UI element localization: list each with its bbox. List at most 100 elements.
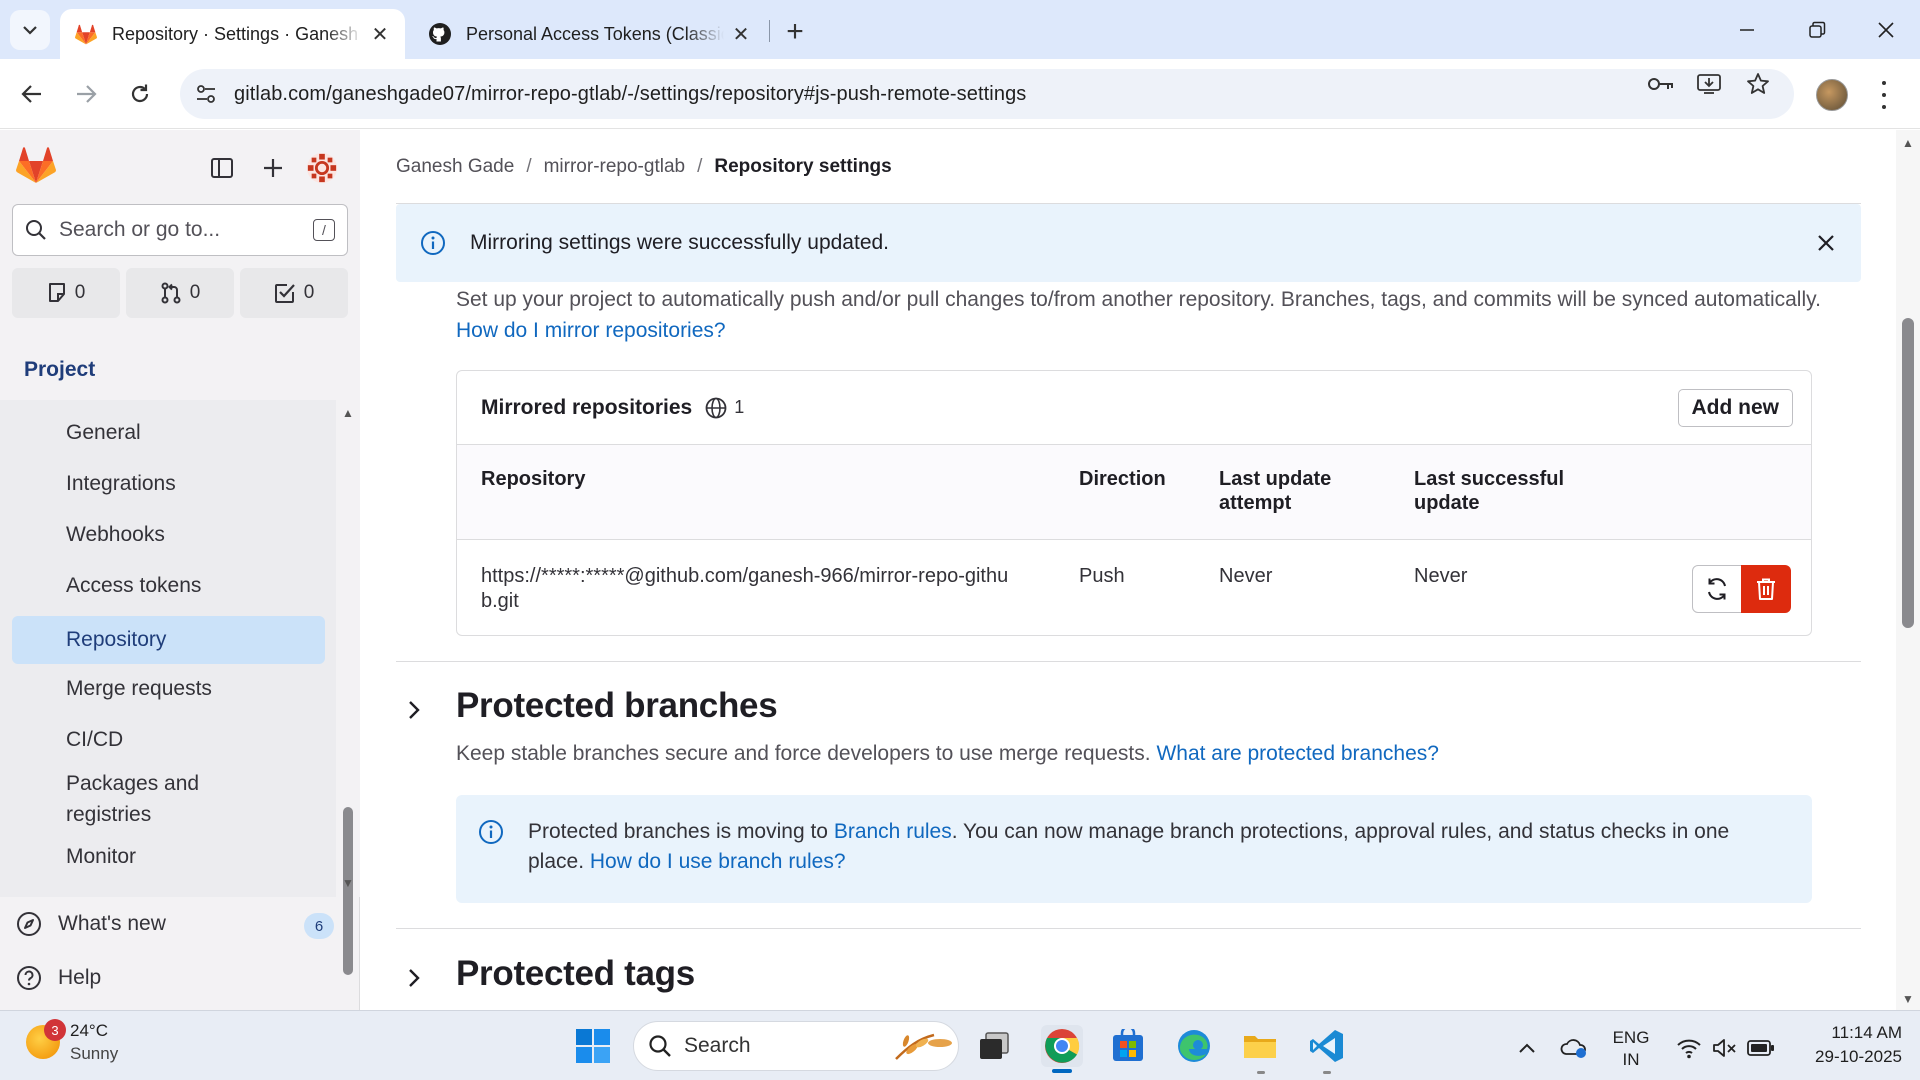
expand-protected-tags-icon[interactable] — [401, 965, 427, 991]
close-tab-icon[interactable]: ✕ — [730, 23, 752, 46]
browser-menu-icon[interactable] — [1872, 81, 1896, 109]
sidebar-item-access-tokens[interactable]: Access tokens — [12, 565, 325, 607]
address-bar[interactable]: gitlab.com/ganeshgade07/mirror-repo-gtla… — [180, 69, 1794, 119]
column-header-last-update-attempt: Last update attempt — [1219, 468, 1332, 514]
add-new-mirror-button[interactable]: Add new — [1677, 389, 1793, 427]
merge-requests-count: 0 — [189, 282, 201, 303]
dismiss-alert-icon[interactable] — [1811, 228, 1841, 258]
microsoft-store-button[interactable] — [1107, 1025, 1149, 1067]
task-view-button[interactable] — [973, 1025, 1015, 1067]
start-button[interactable] — [572, 1025, 614, 1067]
protected-branches-description-text: Keep stable branches secure and force de… — [456, 742, 1151, 765]
onedrive-status-button[interactable] — [1553, 1027, 1595, 1069]
gitlab-logo-icon[interactable] — [16, 146, 56, 184]
sync-icon — [1708, 578, 1726, 600]
close-window-button[interactable] — [1866, 12, 1906, 48]
sidebar-toggle-icon[interactable] — [206, 152, 238, 184]
sidebar-item-general[interactable]: General — [12, 412, 325, 454]
show-hidden-icons-button[interactable] — [1506, 1027, 1548, 1069]
reload-button[interactable] — [122, 76, 158, 112]
edge-taskbar-button[interactable] — [1173, 1025, 1215, 1067]
todos-counter[interactable]: 0 — [240, 268, 348, 318]
branch-rules-link[interactable]: Branch rules — [834, 820, 952, 843]
section-divider — [396, 661, 1861, 662]
help-label: Help — [58, 966, 102, 989]
vscode-icon — [1310, 1030, 1343, 1062]
search-placeholder: Search or go to... — [59, 218, 221, 241]
language-indicator[interactable]: ENG IN — [1604, 1027, 1658, 1071]
system-clock[interactable]: 11:14 AM 29-10-2025 — [1790, 1021, 1902, 1069]
forward-button[interactable] — [68, 76, 104, 112]
weather-widget[interactable]: 3 24°C Sunny — [26, 1019, 118, 1065]
remove-mirror-button[interactable] — [1741, 565, 1791, 613]
profile-avatar[interactable] — [1816, 79, 1848, 111]
success-alert: Mirroring settings were successfully upd… — [396, 204, 1861, 282]
breadcrumb-user[interactable]: Ganesh Gade — [396, 156, 514, 178]
scroll-up-arrow-icon[interactable]: ▲ — [1901, 136, 1915, 150]
close-tab-icon[interactable]: ✕ — [369, 23, 391, 46]
sidebar-item-integrations[interactable]: Integrations — [12, 463, 325, 505]
battery-button[interactable] — [1740, 1027, 1782, 1069]
page-scrollbar[interactable]: ▲ ▼ — [1896, 130, 1920, 1010]
whats-new-link[interactable]: What's new — [14, 904, 334, 944]
issues-counter[interactable]: 0 — [12, 268, 120, 318]
password-key-icon[interactable] — [1644, 67, 1678, 101]
chrome-icon — [1045, 1029, 1080, 1063]
update-now-button[interactable] — [1692, 565, 1742, 613]
store-icon — [1113, 1029, 1143, 1061]
tab-gitlab-settings[interactable]: Repository · Settings · Ganesh G ✕ — [60, 9, 405, 59]
vscode-taskbar-button[interactable] — [1306, 1025, 1348, 1067]
back-button[interactable] — [14, 76, 50, 112]
tab-search-button[interactable] — [10, 10, 50, 50]
breadcrumb-current[interactable]: Repository settings — [714, 156, 891, 178]
taskbar-search[interactable]: Search — [633, 1021, 959, 1071]
sidebar-scroll-thumb[interactable] — [343, 807, 353, 975]
sidebar-item-cicd[interactable]: CI/CD — [12, 719, 325, 761]
cloud-sync-icon — [1560, 1039, 1586, 1058]
minimize-button[interactable] — [1727, 12, 1767, 48]
scroll-down-arrow-icon[interactable]: ▼ — [1901, 992, 1915, 1006]
mirroring-intro: Set up your project to automatically pus… — [456, 284, 1866, 346]
search-or-go-to-input[interactable]: Search or go to... / — [12, 204, 348, 256]
compass-icon — [14, 909, 44, 939]
restore-button[interactable] — [1797, 12, 1837, 48]
protected-branches-title[interactable]: Protected branches — [456, 686, 778, 726]
tab-title: Repository · Settings · Ganesh G — [112, 23, 363, 44]
expand-protected-branches-icon[interactable] — [401, 697, 427, 723]
user-avatar[interactable] — [306, 152, 338, 184]
main-content: Ganesh Gade / mirror-repo-gtlab / Reposi… — [361, 130, 1896, 1010]
breadcrumb-project[interactable]: mirror-repo-gtlab — [544, 156, 685, 178]
bookmark-star-icon[interactable] — [1741, 67, 1775, 101]
globe-icon — [704, 396, 728, 420]
arrow-right-icon — [77, 85, 97, 103]
sidebar-item-packages-and-registries[interactable]: Packages and registries — [12, 768, 325, 830]
merge-requests-counter[interactable]: 0 — [126, 268, 234, 318]
speaker-muted-icon — [1713, 1039, 1736, 1057]
search-icon — [26, 220, 46, 240]
column-header-last-successful-update: Last successful update — [1414, 468, 1565, 514]
chrome-taskbar-button[interactable] — [1041, 1025, 1083, 1067]
protected-tags-title[interactable]: Protected tags — [456, 954, 695, 994]
protected-branches-help-link[interactable]: What are protected branches? — [1156, 742, 1439, 765]
file-explorer-button[interactable] — [1239, 1025, 1281, 1067]
sidebar-item-webhooks[interactable]: Webhooks — [12, 514, 325, 556]
scroll-up-arrow-icon[interactable]: ▲ — [341, 407, 355, 419]
page-scroll-thumb[interactable] — [1902, 318, 1914, 628]
sidebar-item-repository[interactable]: Repository — [12, 616, 325, 664]
create-new-icon[interactable] — [257, 152, 289, 184]
merge-request-icon — [161, 282, 181, 304]
folder-icon — [1244, 1036, 1276, 1058]
mirroring-help-link[interactable]: How do I mirror repositories? — [456, 319, 726, 342]
branch-rules-help-link[interactable]: How do I use branch rules? — [590, 850, 846, 873]
tab-github-tokens[interactable]: Personal Access Tokens (Classic ✕ — [414, 9, 766, 59]
install-app-icon[interactable] — [1692, 67, 1726, 101]
help-link[interactable]: Help — [14, 958, 334, 998]
chevron-down-icon — [23, 26, 37, 35]
new-tab-button[interactable]: + — [778, 15, 812, 49]
scroll-down-arrow-icon[interactable]: ▼ — [341, 877, 355, 889]
sidebar-scrollbar[interactable]: ▲ ▼ — [336, 400, 360, 975]
mirrored-repositories-title: Mirrored repositories — [481, 395, 693, 419]
sidebar-item-monitor[interactable]: Monitor — [12, 836, 325, 878]
site-info-icon[interactable] — [186, 74, 226, 114]
sidebar-item-merge-requests[interactable]: Merge requests — [12, 668, 325, 710]
